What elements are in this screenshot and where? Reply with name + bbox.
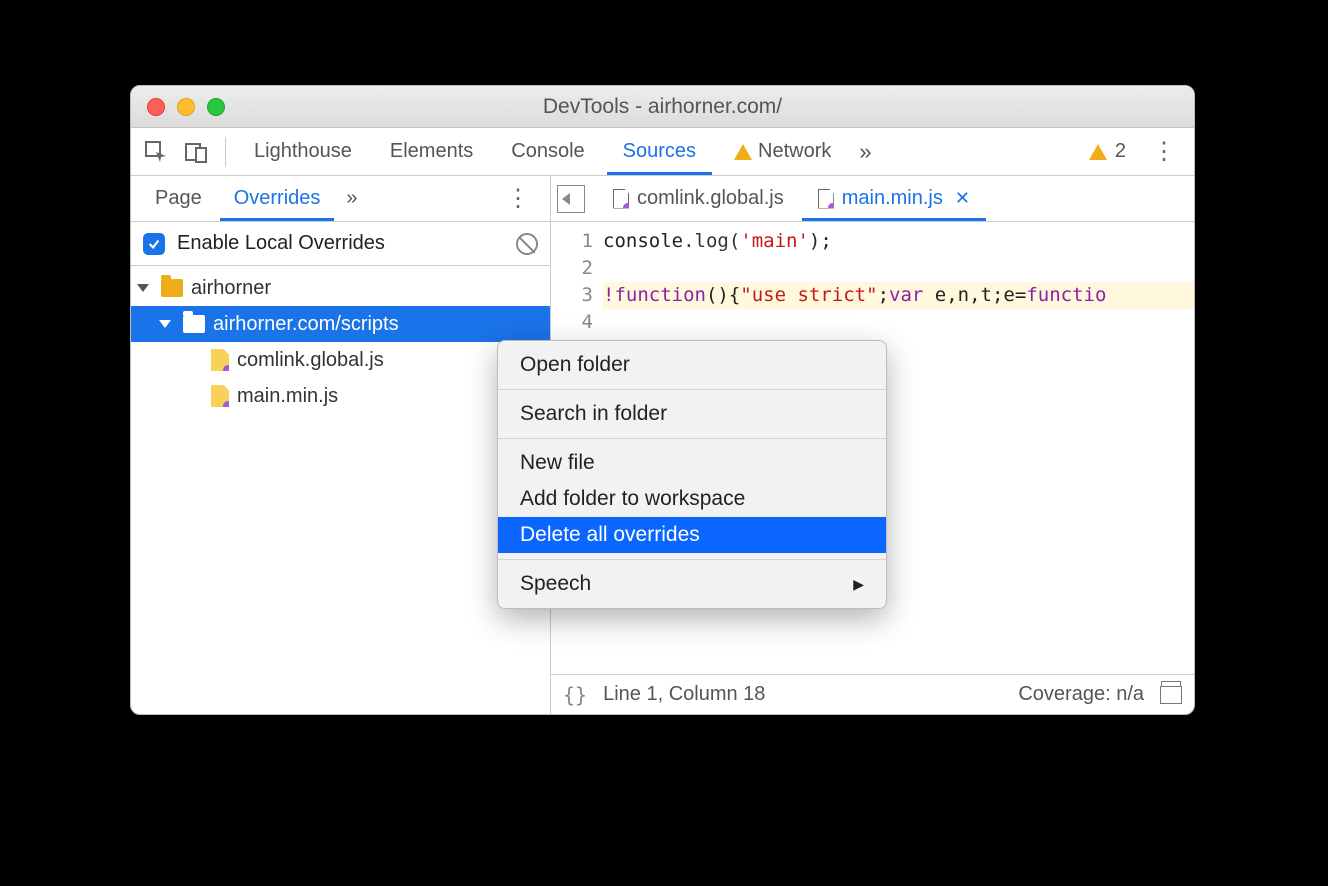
- line-number: 1: [551, 228, 593, 255]
- tree-file-label: main.min.js: [237, 385, 338, 408]
- inspect-icon[interactable]: [139, 135, 173, 169]
- separator: [498, 438, 886, 439]
- separator: [498, 389, 886, 390]
- kebab-icon[interactable]: ⋮: [1142, 137, 1186, 166]
- close-icon[interactable]: ✕: [955, 188, 970, 209]
- ctx-speech-label: Speech: [520, 572, 591, 596]
- folder-icon: [183, 315, 205, 333]
- folder-icon: [161, 279, 183, 297]
- enable-overrides-checkbox[interactable]: [143, 233, 165, 255]
- kebab-icon[interactable]: ⋮: [496, 184, 540, 213]
- ctx-open-folder[interactable]: Open folder: [498, 347, 886, 383]
- tree-folder[interactable]: airhorner.com/scripts: [131, 306, 550, 342]
- navigator-panel: Page Overrides » ⋮ Enable Local Override…: [131, 176, 551, 714]
- file-icon: [613, 189, 629, 209]
- more-tabs[interactable]: »: [853, 139, 877, 165]
- submenu-arrow-icon: ▶: [853, 576, 864, 593]
- tab-sources[interactable]: Sources: [607, 128, 712, 175]
- file-icon: [211, 349, 229, 371]
- editor-tab-row: comlink.global.js main.min.js ✕: [551, 176, 1194, 222]
- warning-icon: [734, 144, 752, 160]
- editor-tab[interactable]: comlink.global.js: [597, 176, 800, 221]
- tab-elements[interactable]: Elements: [374, 128, 489, 175]
- minimize-icon[interactable]: [177, 98, 195, 116]
- file-tree: airhorner airhorner.com/scripts comlink.…: [131, 266, 550, 714]
- tree-file[interactable]: comlink.global.js: [131, 342, 550, 378]
- line-number: 3: [551, 282, 593, 309]
- line-number: 4: [551, 309, 593, 336]
- toggle-navigator-icon[interactable]: [557, 185, 585, 213]
- enable-overrides-row: Enable Local Overrides: [131, 222, 550, 266]
- navigator-tabs: Page Overrides » ⋮: [131, 176, 550, 222]
- warning-count: 2: [1115, 140, 1126, 163]
- enable-overrides-label: Enable Local Overrides: [177, 232, 385, 255]
- main-tab-row: Lighthouse Elements Console Sources Netw…: [131, 128, 1194, 176]
- format-icon[interactable]: {}: [563, 683, 587, 707]
- close-icon[interactable]: [147, 98, 165, 116]
- editor-tab[interactable]: main.min.js ✕: [802, 176, 986, 221]
- separator: [225, 137, 226, 167]
- tree-root[interactable]: airhorner: [131, 270, 550, 306]
- tree-file[interactable]: main.min.js: [131, 378, 550, 414]
- tab-overrides[interactable]: Overrides: [220, 176, 335, 221]
- window-title: DevTools - airhorner.com/: [131, 95, 1194, 119]
- file-icon: [818, 189, 834, 209]
- more-subtabs[interactable]: »: [338, 187, 365, 210]
- tab-lighthouse[interactable]: Lighthouse: [238, 128, 368, 175]
- tree-file-label: comlink.global.js: [237, 349, 384, 372]
- tree-folder-label: airhorner.com/scripts: [213, 313, 399, 336]
- tab-console[interactable]: Console: [495, 128, 600, 175]
- status-bar: {} Line 1, Column 18 Coverage: n/a: [551, 674, 1194, 714]
- coverage-label: Coverage: n/a: [1018, 683, 1144, 706]
- traffic-lights: [131, 98, 225, 116]
- tree-root-label: airhorner: [191, 277, 271, 300]
- editor-tab-label: main.min.js: [842, 187, 943, 210]
- show-drawer-icon[interactable]: [1160, 686, 1182, 704]
- tab-network[interactable]: Network: [718, 128, 847, 175]
- titlebar: DevTools - airhorner.com/: [131, 86, 1194, 128]
- context-menu: Open folder Search in folder New file Ad…: [497, 340, 887, 609]
- clear-icon[interactable]: [516, 233, 538, 255]
- warning-icon: [1089, 144, 1107, 160]
- cursor-position: Line 1, Column 18: [603, 683, 765, 706]
- ctx-speech[interactable]: Speech ▶: [498, 566, 886, 602]
- ctx-delete-overrides[interactable]: Delete all overrides: [498, 517, 886, 553]
- tab-network-label: Network: [758, 140, 831, 163]
- caret-icon: [137, 284, 149, 292]
- separator: [498, 559, 886, 560]
- tab-page[interactable]: Page: [141, 176, 216, 221]
- device-toggle-icon[interactable]: [179, 135, 213, 169]
- ctx-search-folder[interactable]: Search in folder: [498, 396, 886, 432]
- caret-icon: [159, 320, 171, 328]
- zoom-icon[interactable]: [207, 98, 225, 116]
- file-icon: [211, 385, 229, 407]
- line-number: 2: [551, 255, 593, 282]
- editor-tab-label: comlink.global.js: [637, 187, 784, 210]
- warnings-summary[interactable]: 2: [1079, 140, 1136, 163]
- ctx-new-file[interactable]: New file: [498, 445, 886, 481]
- ctx-add-workspace[interactable]: Add folder to workspace: [498, 481, 886, 517]
